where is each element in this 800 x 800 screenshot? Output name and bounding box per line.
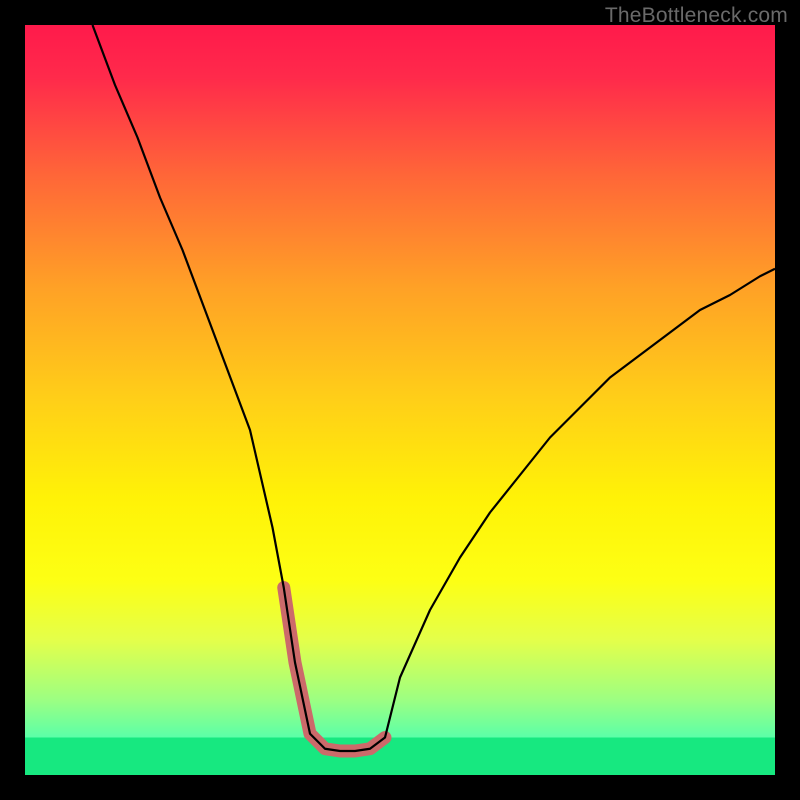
- green-band: [25, 738, 775, 776]
- bottleneck-chart: [25, 25, 775, 775]
- chart-frame: TheBottleneck.com: [0, 0, 800, 800]
- watermark-text: TheBottleneck.com: [605, 4, 788, 28]
